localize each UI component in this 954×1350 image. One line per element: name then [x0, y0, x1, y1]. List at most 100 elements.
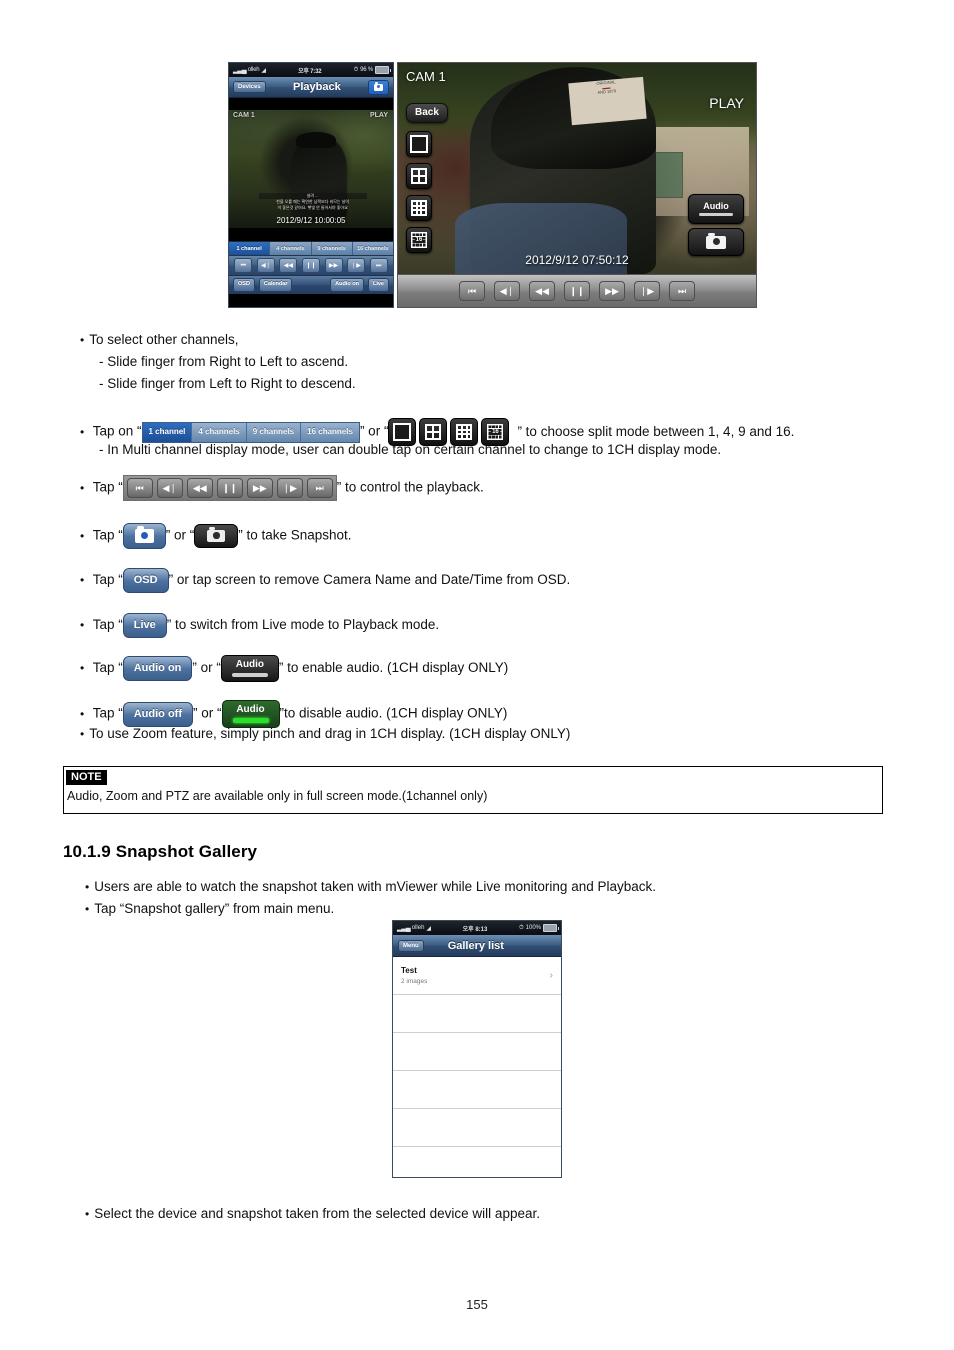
chevron-right-icon: › [549, 970, 553, 981]
inline-live-button[interactable]: Live [122, 613, 167, 638]
list-item[interactable] [393, 1109, 561, 1147]
audio-on-button[interactable]: Audio on [330, 278, 364, 292]
video-timestamp: 2012/9/12 07:50:12 [525, 253, 629, 267]
text-tap-on-prefix: Tap on “ [92, 423, 142, 439]
split-4-button[interactable] [406, 163, 432, 189]
text-or-snapshot: ” or “ [165, 527, 195, 543]
dash-slide-left-to-right: - Slide finger from Left to Right to des… [99, 376, 356, 391]
inline-snapshot-dark-button[interactable] [194, 524, 239, 548]
video-area[interactable]: CAM 1 PLAY 살려 ... 천을 오를 때는 확연한 남짝보다 비므는 … [229, 98, 393, 241]
skip-to-start-button[interactable]: ⏮ [234, 258, 253, 273]
inline-channel-tabs[interactable]: 1 channel 4 channels 9 channels 16 channels [141, 421, 360, 443]
inline-audio-on-button[interactable]: Audio on [122, 656, 193, 681]
inline-skip-to-end-button[interactable]: ⏭ [306, 478, 333, 498]
battery-icon [543, 924, 559, 932]
step-forward-button[interactable]: ❘▶ [347, 258, 366, 273]
audio-button-label: Audio [703, 201, 729, 211]
split-16-label: 16 [414, 237, 424, 243]
inline-step-forward-button[interactable]: ❘▶ [276, 478, 303, 498]
fast-forward-button[interactable]: ▶▶ [599, 281, 625, 301]
snapshot-button[interactable] [688, 228, 744, 256]
skip-to-end-button[interactable]: ⏭ [369, 258, 388, 273]
channel-tab-1[interactable]: 1 channel [229, 242, 271, 255]
snapshot-button[interactable] [367, 79, 389, 95]
devices-back-button[interactable]: Devices [233, 81, 266, 93]
gallery-title: Gallery list [447, 939, 504, 952]
channel-tab-16[interactable]: 16 channels [352, 242, 393, 255]
skip-to-end-button[interactable]: ⏭ [669, 281, 695, 301]
split-9-button[interactable] [406, 195, 432, 221]
inline-step-backward-button[interactable]: ◀❘ [156, 478, 183, 498]
inline-skip-to-start-button[interactable]: ⏮ [126, 478, 153, 498]
pause-button[interactable]: ❙❙ [301, 258, 320, 273]
cap-logo-patch: ORIGINAL ▬▬ AND 1979 [568, 76, 647, 126]
text-live-suffix: ” to switch from Live mode to Playback m… [166, 617, 440, 633]
text-tap-prefix-live: Tap “ [92, 617, 123, 633]
step-backward-button[interactable]: ◀❘ [494, 281, 520, 301]
text-split-mode-suffix: ” to choose split mode between 1, 4, 9 a… [517, 423, 795, 439]
fullscreen-control-bar[interactable]: ⏮ ◀❘ ◀◀ ❙❙ ▶▶ ❘▶ ⏭ [398, 274, 756, 307]
text-disable-audio-suffix: ”to disable audio. (1CH display ONLY) [279, 705, 508, 721]
list-item-title: Test [401, 966, 417, 976]
playback-bottom-bar[interactable]: OSD Calendar Audio on Live [229, 275, 393, 294]
inline-channel-tab-16[interactable]: 16 channels [301, 422, 359, 442]
step-forward-button[interactable]: ❘▶ [634, 281, 660, 301]
camera-name-overlay: CAM 1 [233, 112, 255, 119]
rewind-button[interactable]: ◀◀ [279, 258, 298, 273]
bullet-osd: Tap “OSD” or tap screen to remove Camera… [80, 568, 570, 593]
list-item[interactable] [393, 1147, 561, 1177]
inline-audio-off-button[interactable]: Audio off [122, 701, 193, 727]
signal-bars-icon: ▂▃▄ [233, 67, 247, 74]
channel-tab-bar[interactable]: 1 channel 4 channels 9 channels 16 chann… [229, 241, 393, 255]
alarm-icon: ⏱ [518, 924, 524, 931]
page-title: Playback [292, 81, 341, 93]
inline-audio-dark-button[interactable]: Audio [220, 655, 279, 682]
battery-icon [375, 66, 391, 74]
back-button[interactable]: Back [406, 103, 448, 123]
status-time: 오후 8:13 [462, 926, 488, 933]
text-tap-prefix-osd: Tap “ [92, 572, 123, 588]
list-item[interactable]: Test 2 images › [393, 957, 561, 995]
dash-multi-channel-double-tap: - In Multi channel display mode, user ca… [99, 442, 722, 457]
gallery-list[interactable]: Test 2 images › [393, 957, 561, 1177]
inline-channel-tab-4[interactable]: 4 channels [192, 422, 247, 442]
list-item[interactable] [393, 995, 561, 1033]
text-tap-prefix-audio-on: Tap “ [92, 660, 123, 676]
camera-name-overlay: CAM 1 [406, 69, 446, 84]
inline-audio-green-button[interactable]: Audio [221, 700, 280, 728]
text-tap-prefix-audio-off: Tap “ [92, 705, 123, 721]
inline-osd-button[interactable]: OSD [122, 568, 169, 593]
step-backward-button[interactable]: ◀❘ [256, 258, 275, 273]
skip-to-start-button[interactable]: ⏮ [459, 281, 485, 301]
split-16-button[interactable]: 16 [406, 227, 432, 253]
video-subtitle: 살려 ... 천을 오를 때는 확연한 남짝보다 비므는 날이 이 좋은것 같아… [258, 193, 367, 211]
live-button[interactable]: Live [367, 278, 389, 292]
calendar-button[interactable]: Calendar [258, 278, 293, 292]
camera-icon [373, 82, 383, 91]
video-subject-hat [296, 132, 336, 148]
channel-tab-9[interactable]: 9 channels [311, 242, 353, 255]
bullet-users-watch-snapshot: Users are able to watch the snapshot tak… [85, 880, 656, 894]
playback-control-bar[interactable]: ⏮ ◀❘ ◀◀ ❙❙ ▶▶ ❘▶ ⏭ [229, 255, 393, 275]
inline-transport-bar[interactable]: ⏮ ◀❘ ◀◀ ❙❙ ▶▶ ❘▶ ⏭ [122, 475, 337, 501]
pause-button[interactable]: ❙❙ [564, 281, 590, 301]
menu-button[interactable]: Menu [398, 939, 424, 952]
note-box: NOTE Audio, Zoom and PTZ are available o… [63, 766, 883, 814]
inline-channel-tab-1[interactable]: 1 channel [142, 422, 193, 442]
list-item[interactable] [393, 1033, 561, 1071]
camera-icon [134, 526, 154, 543]
inline-channel-tab-9[interactable]: 9 channels [246, 422, 302, 442]
fast-forward-button[interactable]: ▶▶ [324, 258, 343, 273]
audio-toggle-button[interactable]: Audio [688, 194, 744, 224]
channel-tab-4[interactable]: 4 channels [270, 242, 312, 255]
inline-rewind-button[interactable]: ◀◀ [186, 478, 213, 498]
play-status-overlay: PLAY [369, 112, 388, 119]
list-item[interactable] [393, 1071, 561, 1109]
split-mode-button-group[interactable]: 16 [406, 131, 432, 253]
inline-snapshot-blue-button[interactable] [122, 523, 166, 549]
split-1-button[interactable] [406, 131, 432, 157]
inline-pause-button[interactable]: ❙❙ [216, 478, 243, 498]
inline-fast-forward-button[interactable]: ▶▶ [246, 478, 273, 498]
rewind-button[interactable]: ◀◀ [529, 281, 555, 301]
osd-button[interactable]: OSD [233, 278, 255, 292]
